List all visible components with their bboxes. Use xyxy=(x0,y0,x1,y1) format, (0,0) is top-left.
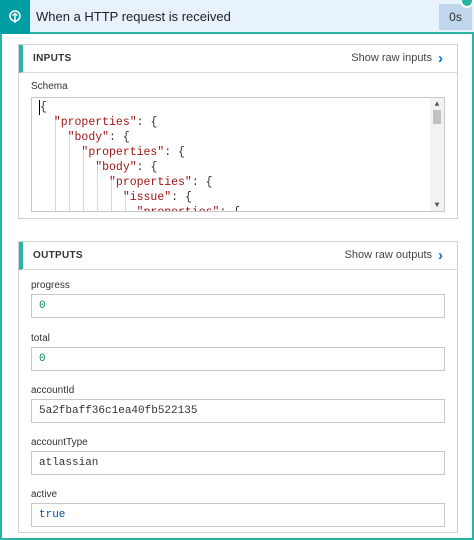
json-key: "properties" xyxy=(109,176,192,189)
active-value[interactable]: true xyxy=(31,503,445,527)
code-line: "properties": { xyxy=(53,116,158,129)
total-label: total xyxy=(31,333,50,344)
total-value[interactable]: 0 xyxy=(31,347,445,371)
code-line: "properties": { xyxy=(109,176,213,189)
progress-value[interactable]: 0 xyxy=(31,294,445,318)
scroll-down-icon[interactable]: ▼ xyxy=(430,199,444,211)
inputs-header: INPUTS Show raw inputs › xyxy=(19,45,457,73)
code-line: { xyxy=(40,101,47,114)
code-line: "properties": { xyxy=(40,205,241,211)
schema-scrollbar[interactable]: ▲ ▼ xyxy=(430,98,444,211)
action-title: When a HTTP request is received xyxy=(36,9,231,24)
active-label: active xyxy=(31,489,58,500)
account-type-value[interactable]: atlassian xyxy=(31,451,445,475)
scroll-thumb[interactable] xyxy=(433,110,441,124)
schema-code: { "properties": { "body": { "properties"… xyxy=(40,100,241,211)
chevron-right-icon: › xyxy=(438,246,443,264)
schema-code-editor[interactable]: { "properties": { "body": { "properties"… xyxy=(31,97,445,212)
outputs-section: OUTPUTS Show raw outputs › progress 0 to… xyxy=(18,241,458,533)
code-line: "properties": { xyxy=(81,146,185,159)
json-key: "body" xyxy=(95,161,137,174)
show-raw-inputs-label: Show raw inputs xyxy=(351,52,432,64)
schema-label: Schema xyxy=(31,81,68,92)
scroll-up-icon[interactable]: ▲ xyxy=(430,98,444,110)
chevron-right-icon: › xyxy=(438,49,443,67)
json-key: "properties" xyxy=(137,206,220,211)
show-raw-outputs-link[interactable]: Show raw outputs › xyxy=(344,246,443,264)
action-header[interactable]: When a HTTP request is received 0s xyxy=(0,0,474,34)
json-key: "issue" xyxy=(122,191,172,204)
account-type-label: accountType xyxy=(31,437,88,448)
outputs-header: OUTPUTS Show raw outputs › xyxy=(19,242,457,270)
code-line: "body": { xyxy=(95,161,158,174)
http-trigger-icon xyxy=(0,0,30,34)
inputs-section: INPUTS Show raw inputs › Schema { "prope… xyxy=(18,44,458,219)
json-key: "body" xyxy=(67,131,110,144)
show-raw-inputs-link[interactable]: Show raw inputs › xyxy=(351,49,443,67)
json-key: "properties" xyxy=(81,146,165,159)
show-raw-outputs-label: Show raw outputs xyxy=(344,249,432,261)
progress-label: progress xyxy=(31,280,70,291)
json-key: "properties" xyxy=(53,116,137,129)
outputs-title: OUTPUTS xyxy=(33,250,83,261)
inputs-title: INPUTS xyxy=(33,53,72,64)
account-id-label: accountId xyxy=(31,385,75,396)
account-id-value[interactable]: 5a2fbaff36c1ea40fb522135 xyxy=(31,399,445,423)
code-line: "body": { xyxy=(67,131,130,144)
code-line: "issue": { xyxy=(122,191,192,204)
